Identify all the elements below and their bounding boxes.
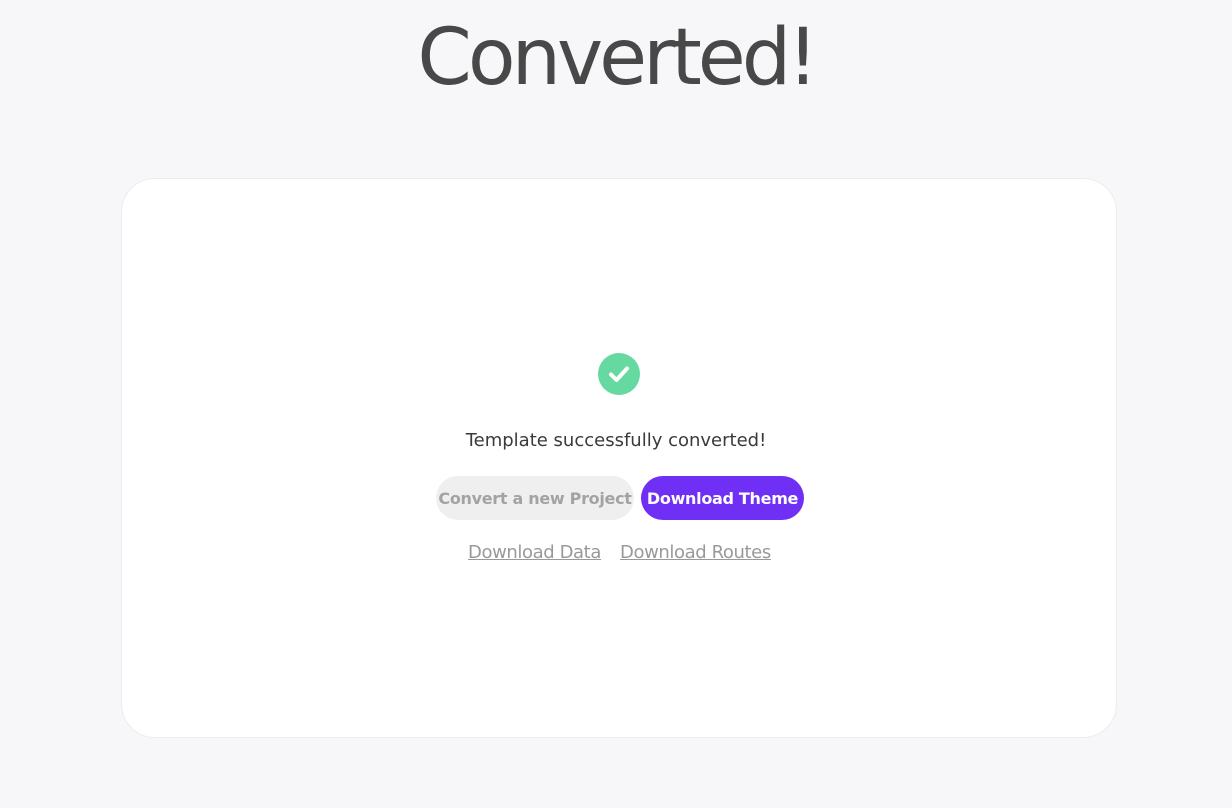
convert-new-project-button[interactable]: Convert a new Project <box>436 476 634 520</box>
download-theme-button[interactable]: Download Theme <box>641 476 804 520</box>
download-data-link[interactable]: Download Data <box>468 541 601 565</box>
result-card <box>121 178 1117 738</box>
check-circle-icon <box>598 353 640 395</box>
download-routes-link[interactable]: Download Routes <box>620 541 773 565</box>
page-title: Converted! <box>417 13 818 103</box>
success-message: Template successfully converted! <box>465 430 767 451</box>
